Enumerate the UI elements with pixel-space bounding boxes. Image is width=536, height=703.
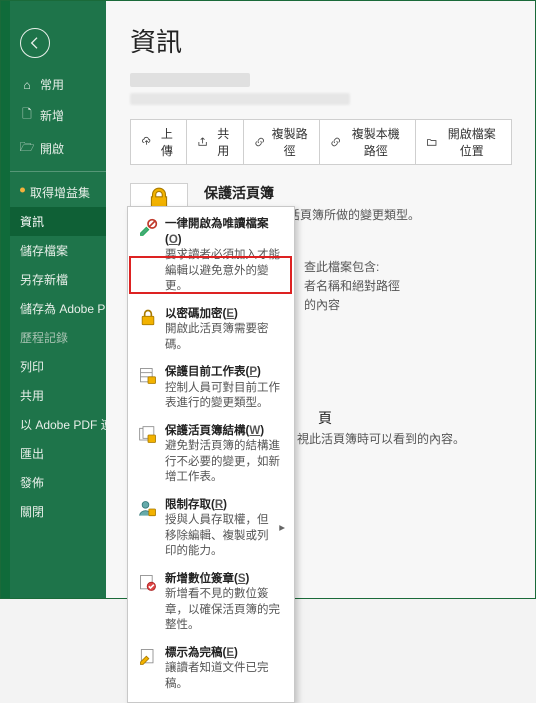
open-file-location-button[interactable]: 開啟檔案位置: [416, 119, 512, 165]
info-text: 者名稱和絕對路徑: [304, 277, 400, 296]
sidebar-item-export[interactable]: 匯出: [10, 439, 106, 468]
section-desc-partial: 視此活頁簿時可以看到的內容。: [297, 430, 465, 447]
menu-item-encrypt-password[interactable]: 以密碼加密(E)開啟此活頁簿需要密碼。: [128, 301, 294, 360]
protect-workbook-menu: 一律開啟為唯讀檔案(O)要求讀者必須加入才能編輯以避免意外的變更。 以密碼加密(…: [127, 206, 295, 703]
button-label: 複製路徑: [270, 125, 309, 159]
sidebar-item-save-adobe-pdf[interactable]: 儲存為 Adobe PDF: [10, 294, 106, 323]
sidebar-item-label: 新增: [40, 107, 64, 124]
sidebar-item-label: 匯出: [20, 445, 44, 462]
sidebar-item-label: 關閉: [20, 503, 44, 520]
readonly-icon: [137, 217, 159, 295]
signature-icon: [137, 572, 159, 634]
copy-path-button[interactable]: 複製路徑: [244, 119, 320, 165]
menu-item-title: 保護活頁簿結構(W): [165, 424, 285, 440]
info-text: 的內容: [304, 296, 400, 315]
arrow-left-icon: [27, 35, 43, 51]
upload-button[interactable]: 上傳: [130, 119, 187, 165]
upload-icon: [141, 135, 152, 149]
sidebar-item-info[interactable]: 資訊: [10, 207, 106, 236]
sidebar-item-saveas[interactable]: 另存新檔: [10, 265, 106, 294]
sidebar-item-home[interactable]: ⌂ 常用: [10, 70, 106, 99]
menu-item-desc: 讓讀者知道文件已完稿。: [165, 662, 269, 690]
menu-item-desc: 開啟此活頁簿需要密碼。: [165, 323, 269, 351]
link-icon: [254, 135, 265, 149]
sidebar-item-close[interactable]: 關閉: [10, 497, 106, 526]
sidebar-item-save[interactable]: 儲存檔案: [10, 236, 106, 265]
document-title-redacted: [130, 73, 250, 87]
sidebar-item-open[interactable]: 🗁 開啟: [10, 132, 106, 165]
sidebar-separator: [10, 171, 106, 172]
sidebar-item-label: 取得增益集: [30, 184, 90, 201]
sidebar-item-label: 發佈: [20, 474, 44, 491]
button-label: 共用: [214, 125, 233, 159]
menu-item-title: 保護目前工作表(P): [165, 365, 285, 381]
menu-item-title: 以密碼加密(E): [165, 307, 285, 323]
menu-item-digital-signature[interactable]: 新增數位簽章(S)新增看不見的數位簽章，以確保活頁簿的完整性。: [128, 566, 294, 640]
sidebar-item-share[interactable]: 共用: [10, 381, 106, 410]
document-icon: 🗋: [20, 105, 34, 126]
sidebar-item-label: 歷程記錄: [20, 329, 68, 346]
menu-item-desc: 授與人員存取權，但移除編輯、複製或列印的能力。: [165, 514, 269, 557]
menu-item-title: 一律開啟為唯讀檔案(O): [165, 217, 285, 248]
menu-item-title: 新增數位簽章(S): [165, 572, 285, 588]
sidebar-item-label: 儲存檔案: [20, 242, 68, 259]
menu-item-readonly[interactable]: 一律開啟為唯讀檔案(O)要求讀者必須加入才能編輯以避免意外的變更。: [128, 211, 294, 301]
sidebar-item-label: 開啟: [40, 140, 64, 157]
page-title: 資訊: [130, 22, 512, 59]
sheet-lock-icon: [137, 365, 159, 412]
copy-local-path-button[interactable]: 複製本機路徑: [320, 119, 416, 165]
sidebar-item-publish[interactable]: 發佈: [10, 468, 106, 497]
sidebar-item-adobe-share[interactable]: 以 Adobe PDF 連結分享: [10, 410, 106, 439]
chevron-right-icon: ▸: [279, 521, 285, 537]
share-icon: [197, 135, 208, 149]
inspect-info-partial: 查此檔案包含: 者名稱和絕對路徑 的內容: [304, 258, 400, 316]
menu-item-title: 標示為完稿(E): [165, 646, 285, 662]
sidebar-item-label: 共用: [20, 387, 44, 404]
sidebar-item-print[interactable]: 列印: [10, 352, 106, 381]
backstage-sidebar: ⌂ 常用 🗋 新增 🗁 開啟 取得增益集 資訊 儲存檔案 另存新檔 儲存為 Ad…: [10, 0, 106, 599]
menu-item-desc: 控制人員可對目前工作表進行的變更類型。: [165, 382, 280, 410]
menu-item-title: 限制存取(R): [165, 498, 273, 514]
protect-heading: 保護活頁簿: [204, 183, 420, 203]
button-label: 開啟檔案位置: [442, 125, 501, 159]
button-label: 複製本機路徑: [346, 125, 405, 159]
link-icon: [330, 135, 341, 149]
menu-item-desc: 新增看不見的數位簽章，以確保活頁簿的完整性。: [165, 588, 280, 631]
final-icon: [137, 646, 159, 693]
menu-item-desc: 避免對活頁簿的結構進行不必要的變更，如新增工作表。: [165, 440, 280, 483]
folder-open-icon: 🗁: [20, 138, 34, 159]
menu-item-protect-structure[interactable]: 保護活頁簿結構(W)避免對活頁簿的結構進行不必要的變更，如新增工作表。: [128, 418, 294, 492]
action-bar: 上傳 共用 複製路徑 複製本機路徑 開啟檔案位置: [130, 119, 512, 165]
green-rail: [0, 0, 10, 599]
sidebar-item-label: 列印: [20, 358, 44, 375]
document-path-redacted: [130, 93, 350, 105]
back-button[interactable]: [20, 28, 50, 58]
restrict-icon: [137, 498, 159, 560]
info-text: 查此檔案包含:: [304, 258, 400, 277]
workbook-lock-icon: [137, 424, 159, 486]
lock-key-icon: [137, 307, 159, 354]
sidebar-item-history: 歷程記錄: [10, 323, 106, 352]
sidebar-item-new[interactable]: 🗋 新增: [10, 99, 106, 132]
share-button[interactable]: 共用: [187, 119, 243, 165]
sidebar-item-label: 常用: [40, 76, 64, 93]
folder-icon: [426, 135, 437, 149]
menu-item-desc: 要求讀者必須加入才能編輯以避免意外的變更。: [165, 249, 280, 292]
button-label: 上傳: [157, 125, 176, 159]
sidebar-item-addins[interactable]: 取得增益集: [10, 178, 106, 207]
menu-item-mark-final[interactable]: 標示為完稿(E)讓讀者知道文件已完稿。: [128, 640, 294, 699]
home-icon: ⌂: [20, 78, 34, 92]
menu-item-restrict-access[interactable]: 限制存取(R)授與人員存取權，但移除編輯、複製或列印的能力。 ▸: [128, 492, 294, 566]
section-heading-partial: 頁: [318, 408, 332, 428]
menu-item-protect-sheet[interactable]: 保護目前工作表(P)控制人員可對目前工作表進行的變更類型。: [128, 359, 294, 418]
sidebar-item-label: 資訊: [20, 213, 44, 230]
sidebar-item-label: 另存新檔: [20, 271, 68, 288]
